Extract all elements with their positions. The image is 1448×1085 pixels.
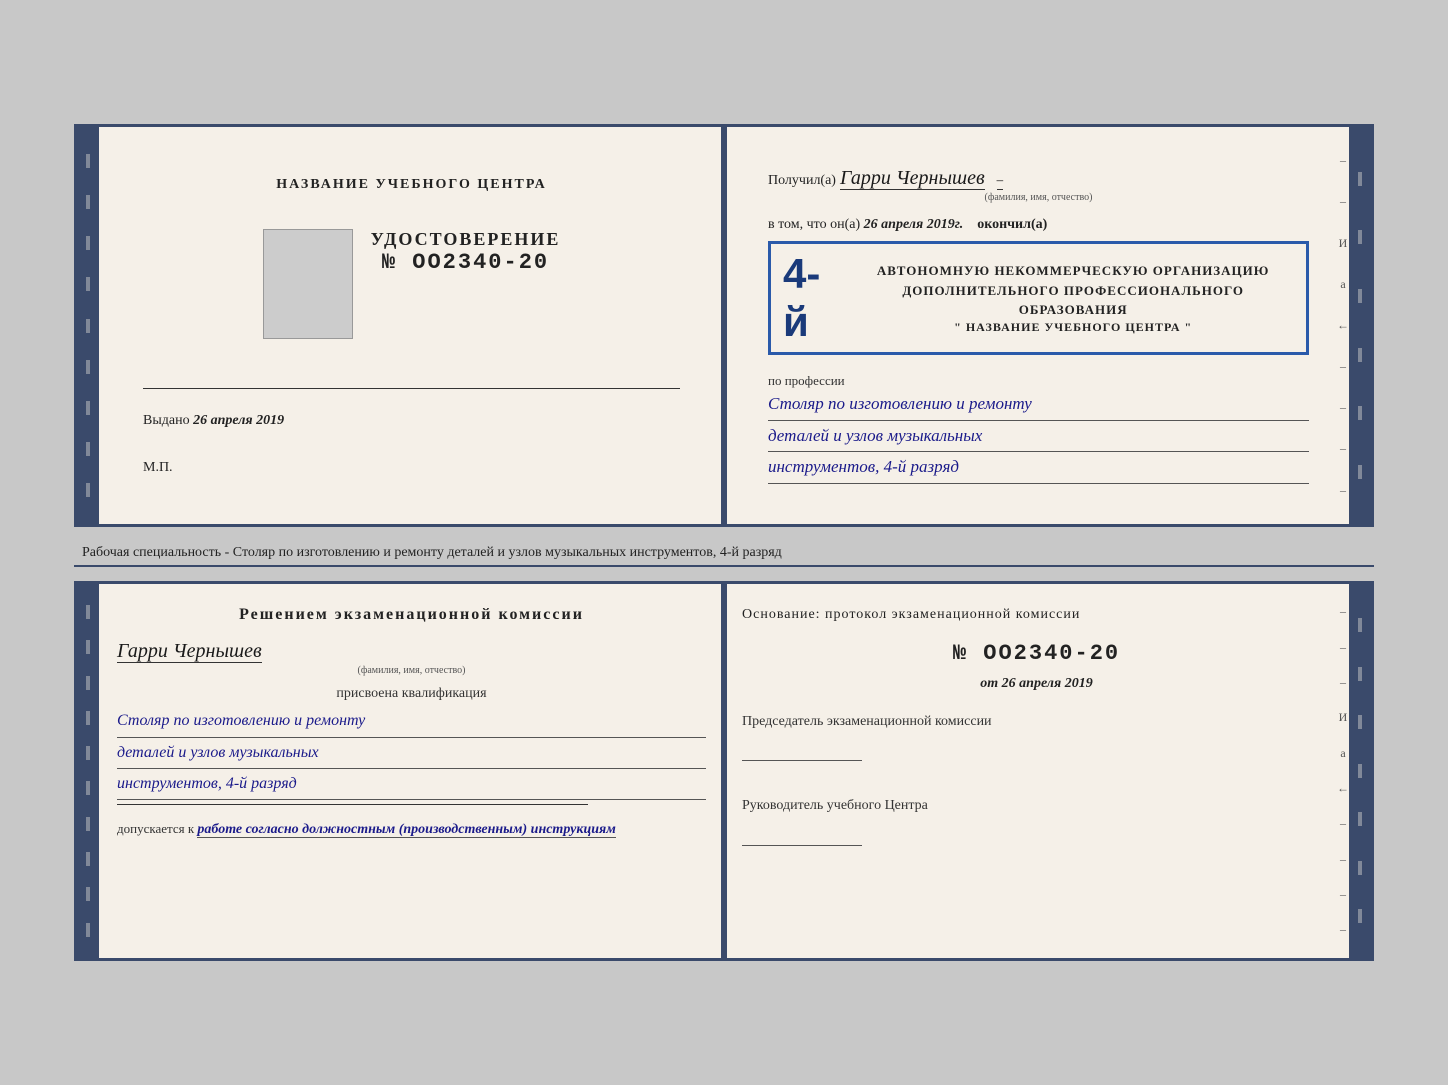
protocol-date-prefix: от (980, 676, 998, 691)
description-line: Рабочая специальность - Столяр по изгото… (74, 541, 1374, 567)
issued-date: 26 апреля 2019 (193, 413, 284, 428)
decision-title: Решением экзаменационной комиссии (117, 604, 706, 626)
head-sig-line (742, 822, 862, 846)
stamp-box: 4-й АВТОНОМНУЮ НЕКОММЕРЧЕСКУЮ ОРГАНИЗАЦИ… (768, 241, 1309, 355)
cert-right-page: Получил(а) Гарри Чернышев – (фамилия, им… (724, 127, 1371, 524)
bottom-person-name: Гарри Чернышев (117, 640, 262, 663)
allowed-line: допускается к работе согласно должностны… (117, 821, 706, 838)
bottom-right-spine-dashes: – – – И а ← – – – – (1337, 584, 1349, 958)
photo-placeholder (263, 229, 353, 339)
learning-center-title: НАЗВАНИЕ УЧЕБНОГО ЦЕНТРА (276, 175, 546, 195)
allowed-prefix: допускается к (117, 821, 194, 836)
spine-bottom-right (1349, 584, 1371, 958)
chairman-label: Председатель экзаменационной комиссии (742, 712, 1331, 732)
cert-left-page: НАЗВАНИЕ УЧЕБНОГО ЦЕНТРА УДОСТОВЕРЕНИЕ №… (77, 127, 724, 524)
recipient-name: Гарри Чернышев (840, 167, 985, 190)
org-line2: ДОПОЛНИТЕЛЬНОГО ПРОФЕССИОНАЛЬНОГО ОБРАЗО… (852, 281, 1294, 320)
recipient-hint: (фамилия, имя, отчество) (768, 192, 1309, 203)
protocol-date-value: 26 апреля 2019 (1002, 676, 1093, 691)
certificate-bottom: Решением экзаменационной комиссии Гарри … (74, 581, 1374, 961)
profession-line1: Столяр по изготовлению и ремонту (768, 389, 1309, 421)
in-that-date: 26 апреля 2019г. (864, 217, 964, 232)
profession-line3: инструментов, 4-й разряд (768, 452, 1309, 484)
certificate-top: НАЗВАНИЕ УЧЕБНОГО ЦЕНТРА УДОСТОВЕРЕНИЕ №… (74, 124, 1374, 527)
org-line3: " НАЗВАНИЕ УЧЕБНОГО ЦЕНТРА " (852, 320, 1294, 335)
basis-title: Основание: протокол экзаменационной коми… (742, 604, 1331, 625)
org-line1: АВТОНОМНУЮ НЕКОММЕРЧЕСКУЮ ОРГАНИЗАЦИЮ (852, 261, 1294, 281)
profession-line2: деталей и узлов музыкальных (768, 421, 1309, 453)
qual-line2: деталей и узлов музыкальных (117, 738, 706, 769)
profession-label: по профессии (768, 373, 1309, 389)
head-section: Руководитель учебного Центра (742, 796, 1331, 865)
in-that-line: в том, что он(а) 26 апреля 2019г. окончи… (768, 217, 1309, 233)
finished-label: окончил(а) (977, 217, 1047, 232)
year-big: 4-й (783, 250, 844, 346)
issued-label: Выдано (143, 413, 190, 428)
qual-line1: Столяр по изготовлению и ремонту (117, 706, 706, 737)
mp-label: М.П. (143, 460, 173, 476)
issued-line: Выдано 26 апреля 2019 (143, 413, 680, 429)
chairman-sig-line (742, 737, 862, 761)
in-that-prefix: в том, что он(а) (768, 217, 860, 232)
cert-bottom-right-page: Основание: протокол экзаменационной коми… (724, 584, 1371, 958)
head-label: Руководитель учебного Центра (742, 796, 1331, 816)
assigned-label: присвоена квалификация (117, 686, 706, 702)
spine-right (1349, 127, 1371, 524)
protocol-date: от 26 апреля 2019 (742, 676, 1331, 692)
cert-title-label: УДОСТОВЕРЕНИЕ (371, 229, 561, 250)
cert-bottom-left-page: Решением экзаменационной комиссии Гарри … (77, 584, 724, 958)
recipient-prefix: Получил(а) (768, 173, 836, 188)
allowed-italic: работе согласно должностным (производств… (197, 822, 615, 838)
protocol-number: № OO2340-20 (742, 641, 1331, 666)
right-spine-dashes: – – И а ← – – – – (1337, 127, 1349, 524)
qual-line3: инструментов, 4-й разряд (117, 769, 706, 800)
cert-section: УДОСТОВЕРЕНИЕ № OO2340-20 (371, 229, 561, 275)
cert-number: № OO2340-20 (371, 250, 561, 275)
chairman-section: Председатель экзаменационной комиссии (742, 712, 1331, 781)
bottom-person-hint: (фамилия, имя, отчество) (117, 665, 706, 676)
